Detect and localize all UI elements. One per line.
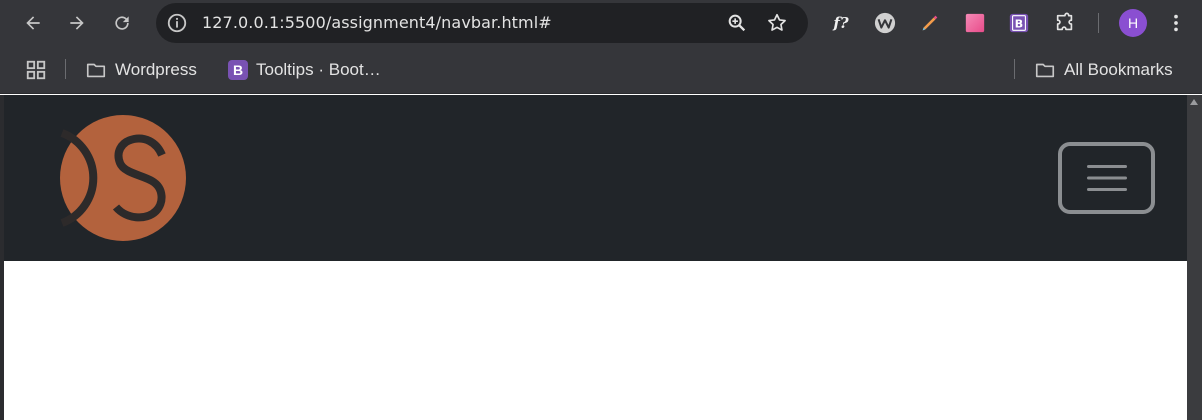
profile-avatar[interactable]: H bbox=[1119, 9, 1147, 37]
bookmark-label: Tooltips · Boot… bbox=[256, 60, 381, 79]
apps-grid-icon bbox=[26, 60, 46, 80]
bookmark-label: Wordpress bbox=[115, 60, 197, 79]
scroll-up-arrow-icon[interactable] bbox=[1190, 99, 1198, 105]
fonts-extension-label: f? bbox=[833, 14, 849, 32]
extensions-button[interactable] bbox=[1052, 10, 1078, 36]
menu-button[interactable] bbox=[1163, 10, 1189, 36]
forward-arrow-icon bbox=[70, 16, 84, 30]
reload-button[interactable] bbox=[107, 8, 137, 38]
bookmarks-separator-right bbox=[1014, 59, 1015, 79]
svg-text:B: B bbox=[1015, 18, 1023, 31]
bookmarks-separator bbox=[65, 59, 66, 79]
pen-icon bbox=[922, 15, 938, 31]
folder-icon bbox=[86, 63, 106, 78]
forward-button[interactable] bbox=[62, 8, 92, 38]
hamburger-icon bbox=[1086, 165, 1127, 191]
brand-logo[interactable] bbox=[60, 115, 186, 241]
all-bookmarks-label: All Bookmarks bbox=[1064, 60, 1173, 79]
bootstrap-extension-icon[interactable]: B bbox=[1006, 10, 1032, 36]
reload-icon bbox=[115, 16, 129, 30]
vertical-scrollbar[interactable] bbox=[1187, 95, 1202, 420]
kebab-menu-icon bbox=[1174, 14, 1178, 32]
page-viewport bbox=[4, 95, 1187, 420]
toolbar-separator bbox=[1098, 13, 1099, 33]
wappalyzer-icon bbox=[874, 12, 896, 34]
puzzle-icon bbox=[1056, 12, 1073, 31]
all-bookmarks-button[interactable]: All Bookmarks bbox=[1034, 57, 1173, 83]
gradient-square-icon bbox=[965, 13, 985, 33]
color-picker-extension-icon[interactable] bbox=[917, 10, 943, 36]
bookmark-wordpress[interactable]: Wordpress bbox=[85, 57, 197, 83]
back-arrow-icon bbox=[26, 16, 40, 30]
navbar-toggler-button[interactable] bbox=[1058, 142, 1155, 214]
back-button[interactable] bbox=[18, 8, 48, 38]
navbar bbox=[4, 95, 1187, 261]
bootstrap-favicon-icon: B bbox=[228, 60, 248, 80]
site-info-icon[interactable] bbox=[166, 12, 188, 34]
browser-toolbar: 127.0.0.1:5500/assignment4/navbar.html# … bbox=[0, 0, 1202, 46]
apps-button[interactable] bbox=[25, 57, 47, 83]
folder-icon bbox=[1035, 63, 1055, 78]
bookmark-tooltips[interactable]: B Tooltips · Boot… bbox=[228, 57, 381, 83]
zoom-icon[interactable] bbox=[726, 12, 748, 34]
bookmarks-bar: Wordpress B Tooltips · Boot… All Bookmar… bbox=[0, 46, 1202, 94]
url-text[interactable]: 127.0.0.1:5500/assignment4/navbar.html# bbox=[202, 13, 552, 32]
fonts-extension-icon[interactable]: f? bbox=[828, 10, 854, 36]
bootstrap-b-icon: B bbox=[1009, 13, 1029, 33]
address-bar[interactable]: 127.0.0.1:5500/assignment4/navbar.html# bbox=[156, 3, 808, 43]
wappalyzer-extension-icon[interactable] bbox=[872, 10, 898, 36]
gradient-extension-icon[interactable] bbox=[962, 10, 988, 36]
bookmark-star-icon[interactable] bbox=[766, 12, 788, 34]
